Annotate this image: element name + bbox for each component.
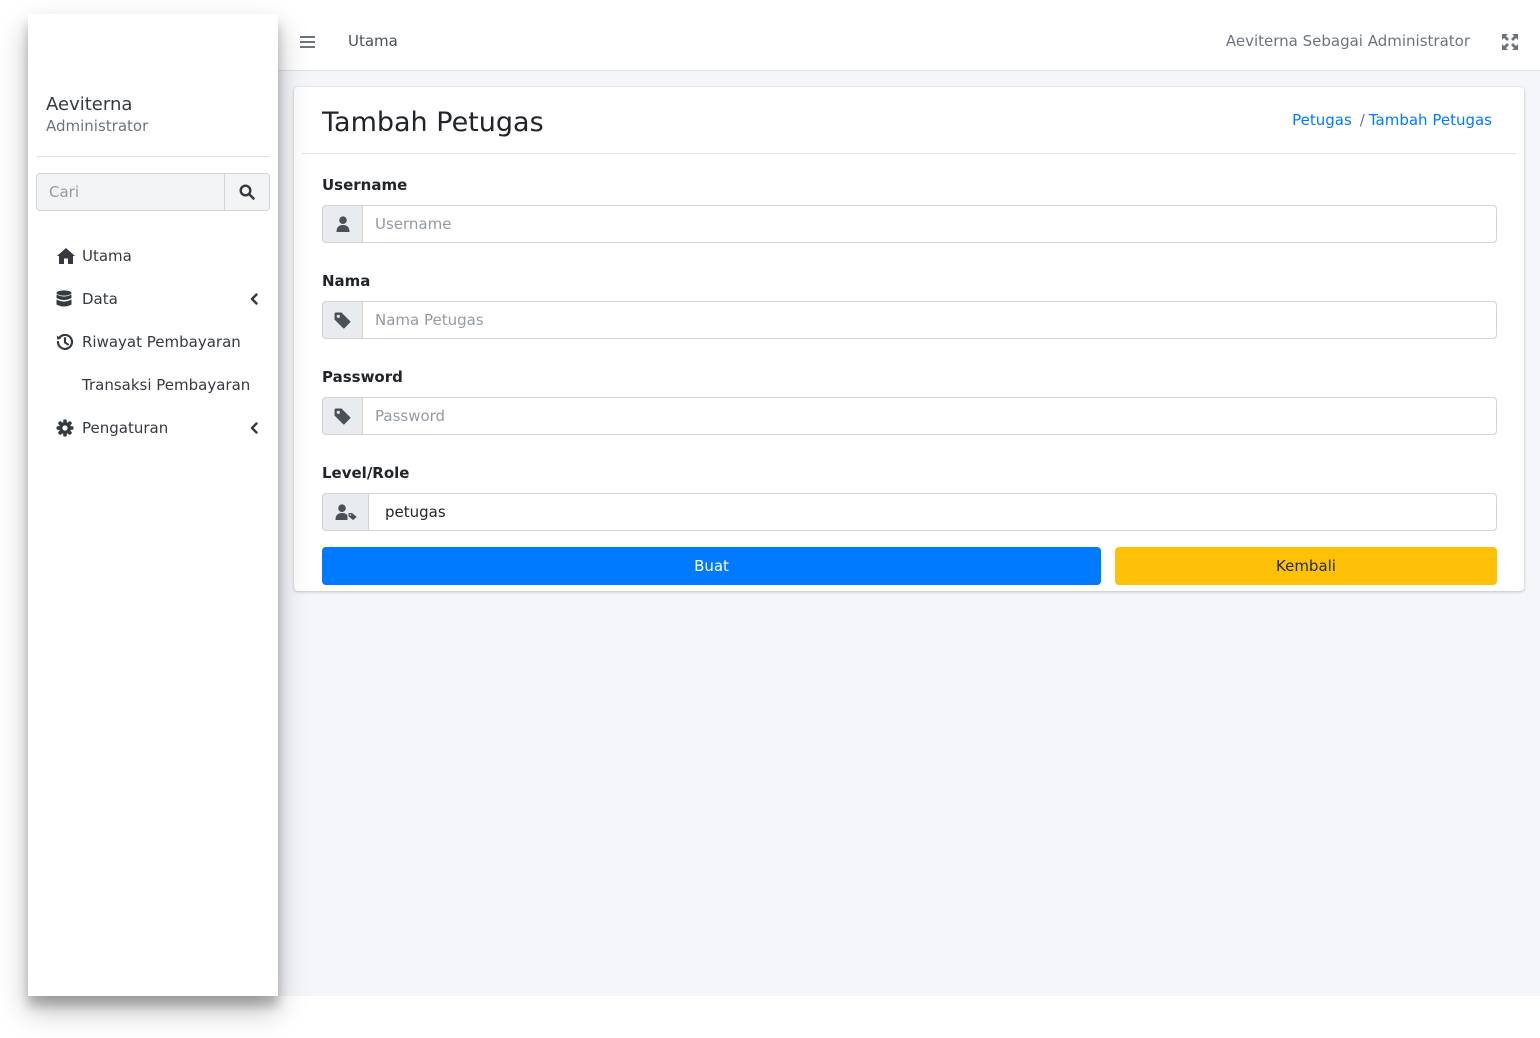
sidebar-nav: Utama Data Riwayat Pembayaran Transaksi … (46, 234, 270, 449)
form-card: Tambah Petugas Petugas / Tambah Petugas Us… (294, 87, 1524, 591)
sidebar-item-utama[interactable]: Utama (46, 234, 270, 277)
sidebar-item-label: Transaksi Pembayaran (82, 375, 251, 394)
nama-input-group (322, 301, 1497, 339)
tag-icon (322, 397, 362, 435)
top-nav-link-utama[interactable]: Utama (348, 32, 398, 50)
sidebar: Aeviterna Administrator Utama (28, 14, 278, 996)
username-input[interactable] (362, 205, 1497, 243)
content-area: Tambah Petugas Petugas / Tambah Petugas Us… (278, 71, 1540, 996)
breadcrumb-tambah-petugas: Tambah Petugas (1368, 111, 1492, 129)
sidebar-search-input[interactable] (37, 174, 224, 210)
sidebar-item-label: Utama (82, 246, 132, 265)
back-button[interactable]: Kembali (1115, 547, 1497, 585)
sidebar-item-riwayat-pembayaran[interactable]: Riwayat Pembayaran (46, 320, 270, 363)
sidebar-item-data[interactable]: Data (46, 277, 270, 320)
user-panel[interactable]: Aeviterna Administrator (46, 94, 148, 136)
top-user-text[interactable]: Aeviterna Sebagai Administrator (1226, 32, 1470, 50)
tag-icon (322, 301, 362, 339)
password-label: Password (322, 368, 403, 386)
breadcrumb-petugas[interactable]: Petugas (1292, 111, 1352, 129)
user-icon (322, 205, 362, 243)
password-input-group (322, 397, 1497, 435)
nama-input[interactable] (362, 301, 1497, 339)
form-actions: Buat Kembali (322, 547, 1497, 585)
username-label: Username (322, 176, 408, 194)
password-input[interactable] (362, 397, 1497, 435)
username-input-group (322, 205, 1497, 243)
sidebar-item-pengaturan[interactable]: Pengaturan (46, 406, 270, 449)
top-navbar: Utama Aeviterna Sebagai Administrator (278, 14, 1540, 71)
home-icon (46, 246, 82, 266)
user-role: Administrator (46, 117, 149, 135)
chevron-left-icon (250, 420, 258, 438)
sidebar-search (36, 173, 270, 211)
user-tag-icon (322, 493, 368, 531)
nama-label: Nama (322, 272, 371, 290)
menu-toggle-icon[interactable] (300, 34, 316, 53)
page-title: Tambah Petugas (322, 107, 544, 138)
gear-icon (46, 418, 82, 438)
level-role-label: Level/Role (322, 464, 410, 482)
level-role-select[interactable]: petugas (368, 493, 1497, 531)
search-button[interactable] (224, 174, 269, 210)
user-name[interactable]: Aeviterna (46, 94, 148, 116)
card-header: Tambah Petugas Petugas / Tambah Petugas (302, 87, 1516, 154)
sidebar-item-transaksi-pembayaran[interactable]: Transaksi Pembayaran (46, 363, 270, 406)
history-icon (46, 332, 82, 352)
chevron-left-icon (250, 291, 258, 309)
level-role-input-group: petugas (322, 493, 1497, 531)
fullscreen-icon[interactable] (1502, 34, 1518, 54)
sidebar-item-label: Data (82, 289, 118, 308)
database-icon (46, 289, 82, 309)
search-icon (239, 184, 255, 200)
submit-button[interactable]: Buat (322, 547, 1101, 585)
breadcrumb-separator: / (1359, 111, 1365, 129)
sidebar-divider (36, 156, 270, 157)
add-officer-form: Username Nama (322, 175, 1497, 585)
breadcrumb: Petugas / Tambah Petugas (1292, 111, 1492, 129)
sidebar-item-label: Pengaturan (82, 418, 169, 437)
sidebar-item-label: Riwayat Pembayaran (82, 332, 241, 351)
